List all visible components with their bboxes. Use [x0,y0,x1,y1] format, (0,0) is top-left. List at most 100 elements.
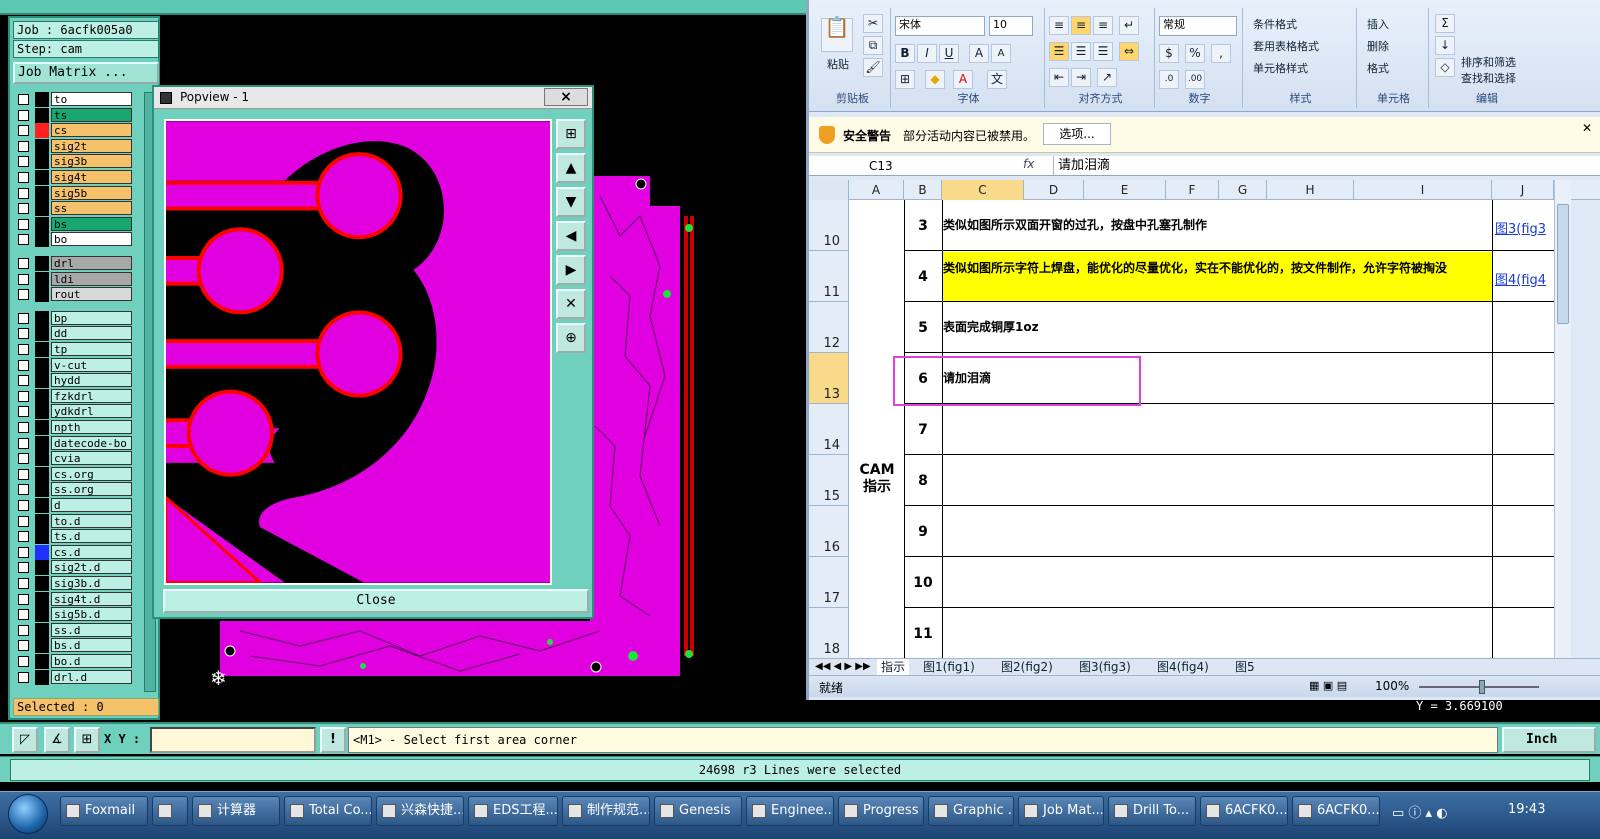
grid-icon[interactable]: ⊞ [74,727,100,753]
layer-row[interactable]: ydkdrl [13,404,140,420]
pan-right-icon[interactable]: ▶ [556,255,586,285]
layer-row[interactable]: datecode-bo [13,435,140,451]
layer-name[interactable]: sig5b [51,185,132,200]
increase-decimal-icon[interactable]: .0 [1159,70,1179,89]
layer-name[interactable]: dd [51,326,132,341]
security-options-button[interactable]: 选项... [1043,123,1111,145]
copy-icon[interactable]: ⧉ [863,36,883,55]
currency-icon[interactable]: $ [1159,44,1179,63]
taskbar-button[interactable]: 6ACFK0... [1200,796,1288,826]
layer-color-swatch[interactable] [35,271,49,287]
layer-name[interactable]: to.d [51,513,132,528]
layer-name[interactable]: bs.d [51,638,132,653]
layer-name[interactable]: ts.d [51,529,132,544]
comma-icon[interactable]: , [1211,44,1231,63]
layer-row[interactable]: ss.d [13,622,140,638]
layer-color-swatch[interactable] [35,498,49,513]
cell-styles-button[interactable]: 单元格样式 [1253,60,1308,76]
layer-checkbox[interactable] [18,312,29,324]
worksheet-grid[interactable]: 10 11 12 13 14 15 16 17 18 3 类似如图所示双面开窗的过孔，按盘中孔塞孔制… [809,200,1554,658]
layer-row[interactable]: ss [13,201,140,217]
layer-color-swatch[interactable] [35,326,49,342]
delete-button[interactable]: 删除 [1367,38,1389,54]
layer-row[interactable]: v-cut [13,357,140,373]
wrap-text-icon[interactable]: ↵ [1119,16,1139,35]
popview-zoom-canvas[interactable] [164,119,552,585]
layer-name[interactable]: ss [51,201,132,216]
layer-checkbox[interactable] [18,140,29,152]
layer-checkbox[interactable] [18,562,29,574]
column-header[interactable]: C [942,180,1024,200]
layer-row[interactable]: sig2t.d [13,560,140,576]
layer-name[interactable]: cs [51,123,132,138]
orientation-icon[interactable]: ↗ [1097,68,1117,87]
layer-checkbox[interactable] [18,640,29,652]
taskbar-button[interactable]: Progress [838,796,924,826]
layer-color-swatch[interactable] [35,342,49,357]
layer-checkbox[interactable] [18,289,29,301]
xy-input[interactable] [150,727,316,753]
zoom-out-icon[interactable]: ✕ [556,289,586,319]
layer-row[interactable]: bo.d [13,654,140,669]
popview-titlebar[interactable]: Popview - 1 × [154,87,592,109]
layer-checkbox[interactable] [18,187,29,199]
row-header[interactable]: 13 [809,353,849,404]
sheet-tab[interactable]: 指示 [877,659,910,676]
layer-checkbox[interactable] [18,203,29,215]
layer-row[interactable]: sig5b [13,185,140,201]
fill-icon[interactable]: ↓ [1435,36,1455,55]
column-header[interactable]: D [1024,180,1084,200]
zoom-slider-thumb[interactable] [1479,680,1485,694]
layer-checkbox[interactable] [18,406,29,418]
select-all-corner[interactable] [809,180,849,200]
layer-row[interactable]: hydd [13,373,140,389]
taskbar-button[interactable]: Enginee... [746,796,834,826]
clear-icon[interactable]: ◇ [1435,58,1455,77]
layer-color-swatch[interactable] [35,576,49,591]
layer-row[interactable]: to [13,92,140,107]
border-icon[interactable]: ⊞ [895,70,915,89]
layer-name[interactable]: ydkdrl [51,404,132,419]
popview-close-x-button[interactable]: × [544,88,588,106]
increase-indent-icon[interactable]: ⇥ [1071,68,1091,87]
fill-color-icon[interactable]: ◆ [925,70,945,89]
font-name-select[interactable]: 宋体 [895,16,985,36]
column-header[interactable]: H [1267,180,1354,200]
layer-checkbox[interactable] [18,468,29,480]
column-header[interactable]: A [849,180,904,200]
layer-row[interactable]: ldi [13,271,140,287]
align-left-icon[interactable]: ☰ [1049,42,1069,61]
layer-row[interactable]: ts.d [13,529,140,545]
item-number[interactable]: 8 [904,473,942,489]
snap-icon[interactable]: ◸ [12,727,38,753]
item-number[interactable]: 4 [904,269,942,285]
layer-row[interactable]: dd [13,326,140,342]
number-format-select[interactable]: 常规 [1159,16,1237,36]
sheet-nav-icon[interactable]: ◀◀ ◀ ▶ ▶▶ [815,659,871,675]
name-box[interactable]: C13 [813,157,963,175]
pan-left-icon[interactable]: ◀ [556,221,586,251]
layer-name[interactable]: drl.d [51,669,132,684]
figure-link[interactable]: 图4(fig4 [1495,269,1546,288]
layer-row[interactable]: fzkdrl [13,388,140,404]
item-text[interactable]: 表面完成铜厚1oz [943,320,1488,335]
layer-name[interactable]: d [51,498,132,512]
layer-checkbox[interactable] [18,422,29,433]
layer-checkbox[interactable] [18,125,29,137]
layer-checkbox[interactable] [18,546,29,558]
column-header[interactable]: G [1219,180,1267,200]
layer-checkbox[interactable] [18,515,29,527]
layer-name[interactable]: bo [51,232,132,247]
taskbar-button[interactable]: 6ACFK0... [1292,796,1380,826]
row-header[interactable]: 10 [809,200,849,251]
layer-name[interactable]: cs.d [51,544,132,559]
taskbar-button[interactable]: Total Co... [284,796,372,826]
underline-icon[interactable]: U [939,44,959,63]
decrease-indent-icon[interactable]: ⇤ [1049,68,1069,87]
layer-name[interactable]: cvia [51,451,132,466]
layer-name[interactable]: bp [51,310,132,325]
layer-name[interactable]: fzkdrl [51,388,132,403]
layer-checkbox[interactable] [18,671,29,683]
item-number[interactable]: 10 [904,575,942,591]
popview-close-button[interactable]: Close [163,589,589,613]
